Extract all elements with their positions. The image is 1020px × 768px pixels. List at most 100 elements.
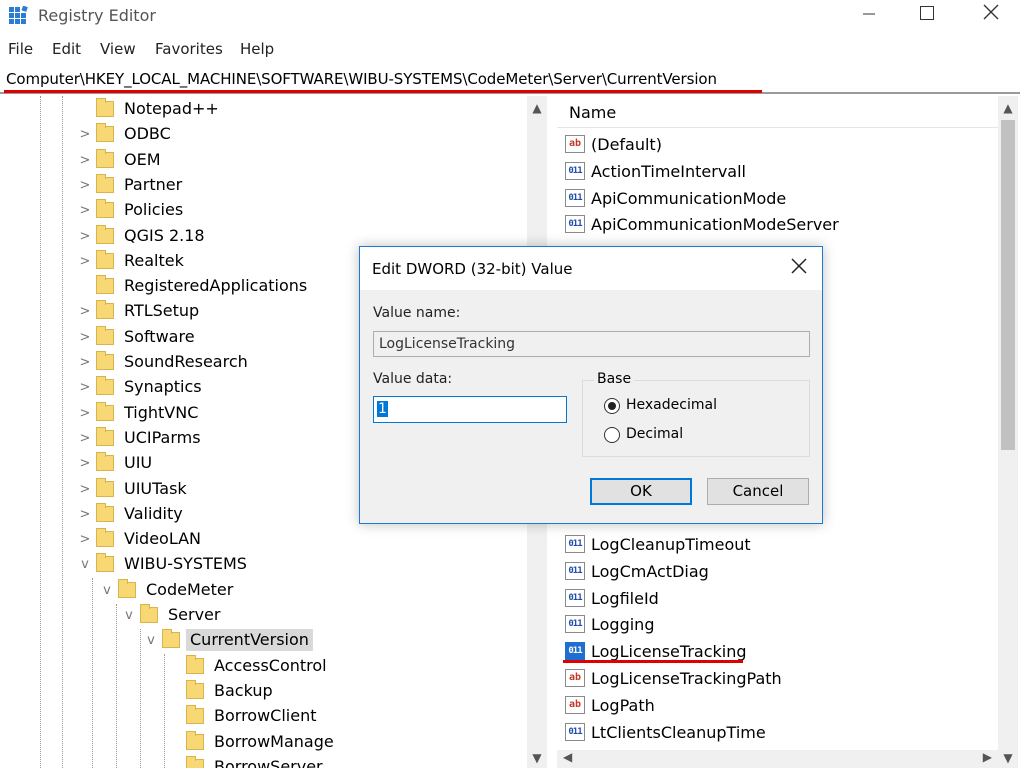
list-horizontal-scrollbar[interactable]: ◀ ▶ xyxy=(557,750,998,768)
binary-value-icon: 011 xyxy=(565,588,585,607)
value-data-text: 1 xyxy=(377,401,388,417)
expand-chevron-icon[interactable]: > xyxy=(78,350,92,375)
expand-chevron-icon[interactable]: > xyxy=(78,375,92,400)
window-title: Registry Editor xyxy=(38,6,156,25)
menu-edit[interactable]: Edit xyxy=(52,40,81,58)
close-icon xyxy=(983,4,999,20)
value-name: (Default) xyxy=(591,135,662,154)
tree-node-label: Backup xyxy=(214,680,273,700)
column-header-name[interactable]: Name xyxy=(557,96,998,128)
menu-help[interactable]: Help xyxy=(240,40,274,58)
expand-chevron-icon[interactable]: > xyxy=(78,527,92,552)
expand-chevron-icon[interactable]: > xyxy=(78,426,92,451)
list-scrollbar[interactable]: ▲ ▼ xyxy=(998,96,1018,768)
minimize-button[interactable] xyxy=(846,0,892,32)
scroll-left-arrow-icon[interactable]: ◀ xyxy=(563,750,572,764)
expand-chevron-icon[interactable]: > xyxy=(78,148,92,173)
scroll-thumb[interactable] xyxy=(1001,120,1015,450)
folder-icon xyxy=(96,249,114,269)
expand-chevron-icon[interactable]: > xyxy=(78,249,92,274)
expand-chevron-icon[interactable]: > xyxy=(78,401,92,426)
tree-node-label: Realtek xyxy=(124,250,184,270)
decimal-label[interactable]: Decimal xyxy=(626,426,683,442)
tree-node-label: Partner xyxy=(124,174,183,194)
tree-node-label: CurrentVersion xyxy=(186,629,313,652)
menu-view[interactable]: View xyxy=(100,40,136,58)
binary-value-icon: 011 xyxy=(565,161,585,180)
expand-chevron-icon xyxy=(168,654,182,679)
expand-chevron-icon[interactable]: > xyxy=(78,173,92,198)
value-data-input[interactable]: 1 xyxy=(373,396,567,423)
expand-chevron-icon[interactable]: > xyxy=(78,224,92,249)
value-name-field: LogLicenseTracking xyxy=(373,331,810,357)
tree-guide-line xyxy=(62,96,63,768)
scroll-right-arrow-icon[interactable]: ▶ xyxy=(983,750,992,764)
folder-icon xyxy=(96,426,114,446)
cancel-button[interactable]: Cancel xyxy=(707,478,809,505)
expand-chevron-icon[interactable]: > xyxy=(78,299,92,324)
hexadecimal-label[interactable]: Hexadecimal xyxy=(626,397,717,413)
ok-button[interactable]: OK xyxy=(590,478,692,505)
expand-chevron-icon xyxy=(168,730,182,755)
maximize-button[interactable] xyxy=(904,0,950,32)
expand-chevron-icon[interactable]: > xyxy=(78,198,92,223)
value-name: LogPath xyxy=(591,695,655,715)
folder-icon xyxy=(96,528,114,548)
scroll-down-arrow-icon[interactable]: ▼ xyxy=(527,748,547,768)
folder-icon xyxy=(186,755,204,768)
collapse-chevron-icon[interactable]: v xyxy=(100,578,114,603)
tree-node-label: Validity xyxy=(124,503,183,523)
folder-icon xyxy=(96,351,114,370)
string-value-icon: ab xyxy=(565,135,585,153)
folder-icon xyxy=(186,730,204,750)
scroll-up-arrow-icon[interactable]: ▲ xyxy=(527,98,547,118)
address-path[interactable]: Computer\HKEY_LOCAL_MACHINE\SOFTWARE\WIB… xyxy=(6,70,717,88)
folder-icon xyxy=(118,578,136,598)
tree-node-label: UIUTask xyxy=(124,478,187,498)
collapse-chevron-icon[interactable]: v xyxy=(122,603,136,628)
registry-editor-icon xyxy=(9,6,28,24)
expand-chevron-icon xyxy=(168,679,182,704)
collapse-chevron-icon[interactable]: v xyxy=(144,628,158,653)
expand-chevron-icon[interactable]: > xyxy=(78,502,92,527)
folder-icon xyxy=(186,679,204,699)
folder-icon xyxy=(96,98,114,117)
column-header-label: Name xyxy=(569,103,617,122)
folder-icon xyxy=(96,275,114,295)
expand-chevron-icon[interactable]: > xyxy=(78,451,92,476)
value-name: ApiCommunicationMode xyxy=(591,188,787,208)
value-name: LtClientsCleanupTime xyxy=(591,722,766,742)
expand-chevron-icon[interactable]: > xyxy=(78,477,92,502)
close-window-button[interactable] xyxy=(968,0,1014,32)
folder-icon xyxy=(96,224,114,244)
tree-node-label: BorrowManage xyxy=(214,731,334,751)
string-value-icon: ab xyxy=(565,695,585,714)
base-groupbox xyxy=(582,380,810,457)
binary-value-icon: 011 xyxy=(565,561,585,580)
binary-value-icon: 011 xyxy=(565,188,585,207)
tree-guide-line xyxy=(140,629,141,768)
scroll-down-arrow-icon[interactable]: ▼ xyxy=(998,748,1018,768)
collapse-chevron-icon[interactable]: v xyxy=(78,552,92,577)
dialog-close-button[interactable] xyxy=(784,253,814,283)
folder-icon xyxy=(162,629,180,649)
expand-chevron-icon[interactable]: > xyxy=(78,122,92,147)
folder-icon xyxy=(96,199,114,219)
tree-node-label: AccessControl xyxy=(214,655,327,675)
decimal-radio[interactable] xyxy=(604,427,620,443)
tree-node-label: WIBU-SYSTEMS xyxy=(124,554,247,574)
folder-icon xyxy=(96,401,114,421)
folder-icon xyxy=(96,553,114,573)
dialog-title: Edit DWORD (32-bit) Value xyxy=(372,260,573,278)
menu-favorites[interactable]: Favorites xyxy=(155,40,223,58)
tree-node-label: TightVNC xyxy=(124,402,199,422)
scroll-up-arrow-icon[interactable]: ▲ xyxy=(998,98,1018,118)
tree-node-label: OEM xyxy=(124,149,161,169)
expand-chevron-icon xyxy=(78,274,92,299)
expand-chevron-icon xyxy=(168,755,182,768)
value-name: ApiCommunicationModeServer xyxy=(591,215,839,235)
menu-file[interactable]: File xyxy=(8,40,33,58)
hexadecimal-radio[interactable] xyxy=(604,398,620,414)
folder-icon xyxy=(96,300,114,320)
expand-chevron-icon[interactable]: > xyxy=(78,325,92,350)
